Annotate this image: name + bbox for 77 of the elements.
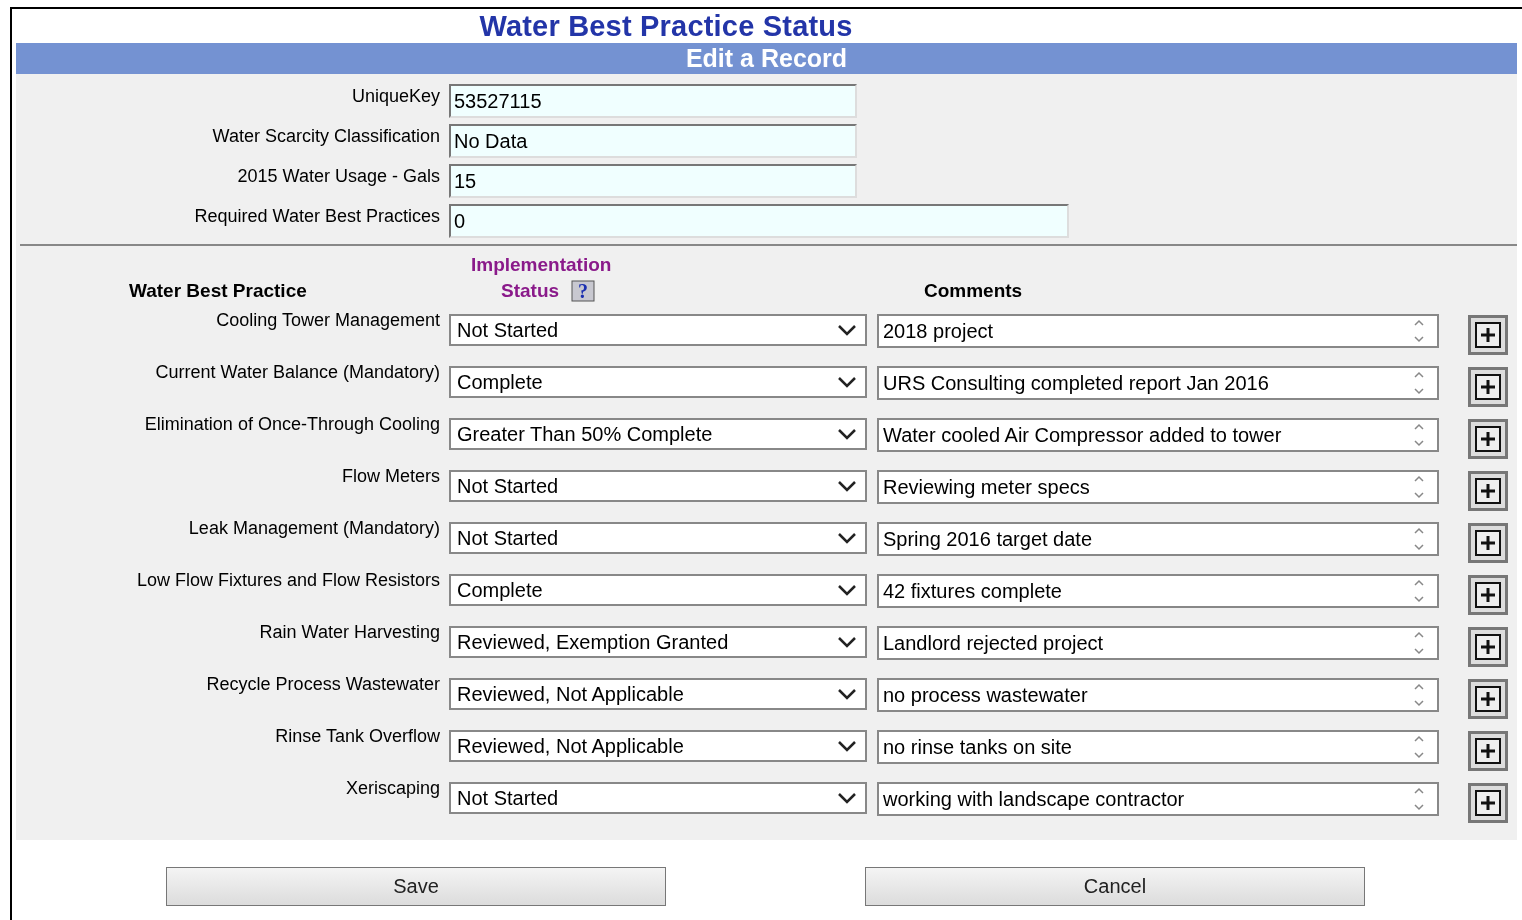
column-header: Status [501, 279, 560, 303]
spinner-arrows-icon [1413, 578, 1425, 604]
comment-field[interactable]: no rinse tanks on site [877, 730, 1439, 764]
practice-label: Rain Water Harvesting [258, 622, 440, 643]
status-dropdown[interactable]: Greater Than 50% Complete [449, 418, 867, 450]
spinner-arrows-icon [1413, 318, 1425, 344]
action-button[interactable]: Cancel [865, 867, 1365, 906]
input-field[interactable]: 15 [449, 164, 857, 198]
spinner-arrows-icon [1413, 422, 1425, 448]
field-label: Water Scarcity Classification [211, 125, 440, 147]
spinner-arrows-icon [1413, 786, 1425, 812]
status-dropdown[interactable]: Complete [449, 366, 867, 398]
chevron-down-icon [837, 532, 857, 544]
add-button[interactable] [1467, 730, 1509, 772]
chevron-down-icon [837, 792, 857, 804]
page-title: Water Best Practice Status [479, 9, 853, 43]
practice-label: Cooling Tower Management [215, 310, 440, 331]
comment-field[interactable]: Water cooled Air Compressor added to tower [877, 418, 1439, 452]
column-header: Comments [924, 279, 1023, 303]
chevron-down-icon [837, 688, 857, 700]
status-dropdown[interactable]: Reviewed, Not Applicable [449, 730, 867, 762]
section-title: Edit a Record [685, 44, 848, 73]
chevron-down-icon [837, 376, 857, 388]
practice-label: Current Water Balance (Mandatory) [154, 362, 440, 383]
comment-field[interactable]: Spring 2016 target date [877, 522, 1439, 556]
field-label: Required Water Best Practices [193, 205, 440, 227]
status-dropdown[interactable]: Reviewed, Not Applicable [449, 678, 867, 710]
practice-label: Rinse Tank Overflow [274, 726, 440, 747]
status-dropdown[interactable]: Reviewed, Exemption Granted [449, 626, 867, 658]
add-button[interactable] [1467, 678, 1509, 720]
comment-field[interactable]: Landlord rejected project [877, 626, 1439, 660]
field-label: UniqueKey [350, 85, 440, 107]
spinner-arrows-icon [1413, 526, 1425, 552]
add-button[interactable] [1467, 366, 1509, 408]
chevron-down-icon [837, 428, 857, 440]
comment-field[interactable]: Reviewing meter specs [877, 470, 1439, 504]
add-button[interactable] [1467, 782, 1509, 824]
status-dropdown[interactable]: Not Started [449, 470, 867, 502]
add-button[interactable] [1467, 626, 1509, 668]
add-button[interactable] [1467, 314, 1509, 356]
comment-field[interactable]: no process wastewater [877, 678, 1439, 712]
practice-label: Leak Management (Mandatory) [187, 518, 440, 539]
chevron-down-icon [837, 480, 857, 492]
spinner-arrows-icon [1413, 734, 1425, 760]
chevron-down-icon [837, 584, 857, 596]
status-dropdown[interactable]: Not Started [449, 522, 867, 554]
status-dropdown[interactable]: Complete [449, 574, 867, 606]
chevron-down-icon [837, 740, 857, 752]
chevron-down-icon [837, 636, 857, 648]
comment-field[interactable]: 42 fixtures complete [877, 574, 1439, 608]
input-field[interactable]: No Data [449, 124, 857, 158]
practice-label: Elimination of Once-Through Cooling [143, 414, 440, 435]
add-button[interactable] [1467, 522, 1509, 564]
practice-label: Recycle Process Wastewater [205, 674, 440, 695]
spinner-arrows-icon [1413, 682, 1425, 708]
spinner-arrows-icon [1413, 474, 1425, 500]
input-field[interactable]: 53527115 [449, 84, 857, 118]
comment-field[interactable]: working with landscape contractor [877, 782, 1439, 816]
field-label: 2015 Water Usage - Gals [236, 165, 440, 187]
practice-label: Low Flow Fixtures and Flow Resistors [135, 570, 440, 591]
spinner-arrows-icon [1413, 370, 1425, 396]
status-dropdown[interactable]: Not Started [449, 782, 867, 814]
comment-field[interactable]: 2018 project [877, 314, 1439, 348]
input-field[interactable]: 0 [449, 204, 1069, 238]
spinner-arrows-icon [1413, 630, 1425, 656]
practice-label: Xeriscaping [344, 778, 440, 799]
comment-field[interactable]: URS Consulting completed report Jan 2016 [877, 366, 1439, 400]
add-button[interactable] [1467, 418, 1509, 460]
add-button[interactable] [1467, 470, 1509, 512]
status-dropdown[interactable]: Not Started [449, 314, 867, 346]
column-header: Implementation [471, 253, 612, 277]
chevron-down-icon [837, 324, 857, 336]
action-button[interactable]: Save [166, 867, 666, 906]
column-header: Water Best Practice [129, 279, 307, 303]
help-icon[interactable]: ? [571, 280, 596, 302]
add-button[interactable] [1467, 574, 1509, 616]
practice-label: Flow Meters [341, 466, 440, 487]
